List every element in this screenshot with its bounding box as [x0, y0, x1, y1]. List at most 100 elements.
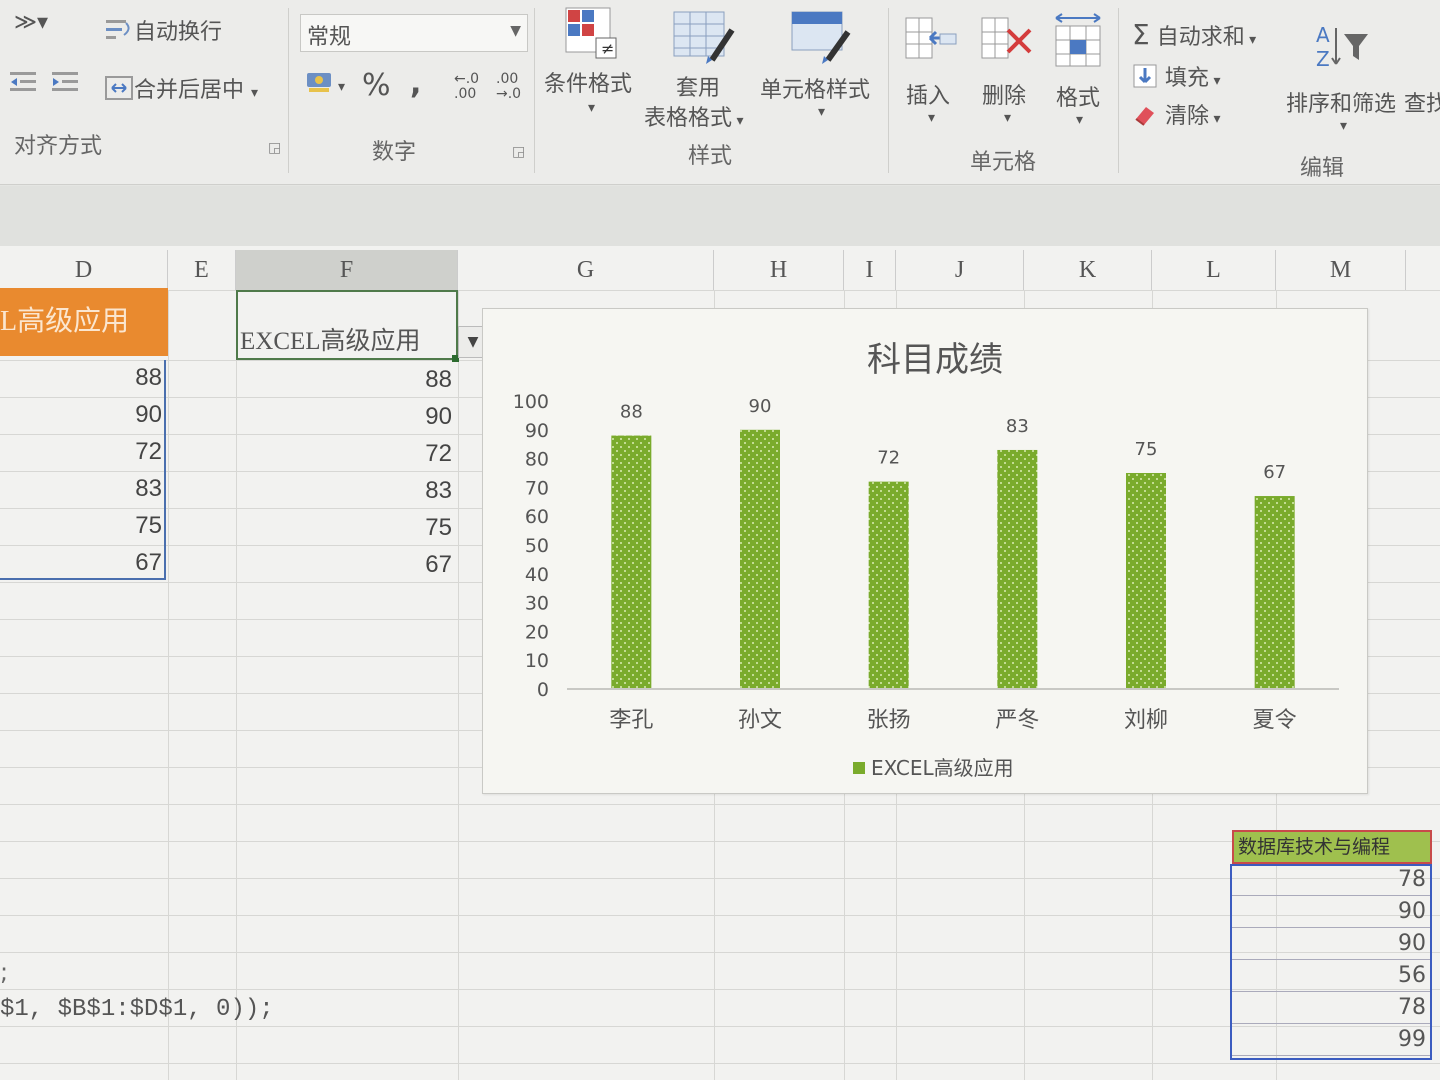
- cell-f-value[interactable]: 88: [240, 366, 452, 394]
- wrap-text-label: 自动换行: [134, 20, 223, 45]
- bar[interactable]: [740, 429, 780, 689]
- column-d-border: [0, 360, 166, 580]
- ribbon-separator: [1118, 8, 1119, 173]
- ribbon: ≫▾ 自动换行 合并后居中 ▾ 对齐方式 ◲ 常规 ▼ ▾ % , ←.0 .0…: [0, 0, 1440, 185]
- number-group-label: 数字: [372, 140, 417, 165]
- bar[interactable]: [611, 435, 652, 689]
- dialog-launcher-icon[interactable]: ◲: [512, 144, 525, 160]
- db-value[interactable]: 90: [1232, 928, 1430, 960]
- cell-d1-header[interactable]: L高级应用: [0, 288, 168, 356]
- db-value[interactable]: 90: [1232, 896, 1430, 928]
- format-cells-icon: [1050, 12, 1106, 67]
- delete-cells-icon: [978, 14, 1034, 66]
- column-header-j[interactable]: J: [896, 250, 1024, 290]
- y-axis: 0 10 20 30 40 50 60 70 80 90 100: [513, 391, 549, 701]
- merge-center-label: 合并后居中: [134, 78, 245, 103]
- indent-increase-icon[interactable]: [50, 68, 84, 102]
- decrease-decimal-button[interactable]: .00 →.0: [496, 72, 530, 102]
- sort-filter-button[interactable]: 排序和筛选: [1286, 86, 1396, 118]
- ribbon-separator: [888, 8, 889, 173]
- cell-f-value[interactable]: 75: [240, 514, 452, 542]
- number-format-select[interactable]: 常规 ▼: [300, 14, 528, 52]
- data-label: 83: [1006, 416, 1029, 437]
- delete-button[interactable]: 删除: [982, 78, 1026, 110]
- editing-group-label: 编辑: [1300, 156, 1345, 181]
- chevron-down-icon: ▾: [1209, 111, 1221, 127]
- data-label: 75: [1135, 439, 1158, 460]
- ribbon-separator: [288, 8, 289, 173]
- conditional-format-icon: ≠: [564, 6, 620, 59]
- column-header-k[interactable]: K: [1024, 250, 1152, 290]
- autosum-label: 自动求和: [1156, 25, 1245, 50]
- sigma-icon: Σ: [1132, 18, 1150, 51]
- chevron-down-icon: ▾: [251, 85, 259, 101]
- cell-f1-selected[interactable]: EXCEL高级应用: [236, 290, 458, 360]
- formula-text-fragment[interactable]: $1, $B$1:$D$1, 0));: [0, 996, 274, 1023]
- db-value[interactable]: 99: [1232, 1024, 1430, 1056]
- bar[interactable]: [868, 481, 909, 689]
- cell-f-value[interactable]: 90: [240, 403, 452, 431]
- clear-button[interactable]: 清除 ▾: [1132, 98, 1221, 133]
- merge-center-button[interactable]: 合并后居中 ▾: [104, 72, 258, 107]
- data-label: 72: [877, 448, 900, 469]
- alignment-group-label: 对齐方式: [14, 134, 103, 159]
- column-header-e[interactable]: E: [168, 250, 236, 290]
- clear-label: 清除: [1165, 104, 1210, 129]
- bar[interactable]: [1254, 496, 1295, 689]
- orientation-icon[interactable]: ≫▾: [14, 10, 48, 35]
- y-tick-label: 30: [525, 593, 549, 615]
- gridline: [0, 878, 1440, 879]
- gridline: [0, 915, 1440, 916]
- bar-series: 88 90 72 83 75 67: [611, 396, 1295, 689]
- format-button[interactable]: 格式: [1056, 80, 1100, 112]
- chevron-down-icon: ▾: [818, 104, 826, 120]
- cell-f-value[interactable]: 83: [240, 477, 452, 505]
- indent-decrease-icon[interactable]: [8, 68, 42, 102]
- column-header-m[interactable]: M: [1276, 250, 1406, 290]
- cells-group-label: 单元格: [970, 150, 1037, 175]
- column-header-f[interactable]: F: [236, 250, 458, 290]
- increase-decimal-button[interactable]: ←.0 .00: [454, 72, 488, 102]
- chevron-down-icon: ▾: [1004, 110, 1012, 126]
- cell-styles-button[interactable]: 单元格样式: [760, 72, 870, 104]
- cell-f-value[interactable]: 72: [240, 440, 452, 468]
- y-tick-label: 40: [525, 564, 549, 586]
- find-select-button[interactable]: 查找: [1404, 86, 1440, 118]
- data-label: 88: [620, 402, 643, 423]
- x-tick-label: 孙文: [738, 708, 782, 733]
- db-value[interactable]: 56: [1232, 960, 1430, 992]
- conditional-format-button[interactable]: 条件格式: [544, 66, 632, 98]
- styles-group-label: 样式: [688, 144, 733, 169]
- column-header-l[interactable]: L: [1152, 250, 1276, 290]
- merge-cells-icon: [104, 75, 134, 107]
- y-tick-label: 10: [525, 650, 549, 672]
- table-format-button[interactable]: 表格格式 ▾: [644, 100, 744, 132]
- autosum-button[interactable]: Σ 自动求和 ▾: [1132, 18, 1256, 51]
- db-column-header[interactable]: 数据库技术与编程: [1232, 830, 1432, 864]
- bar[interactable]: [997, 449, 1038, 689]
- insert-button[interactable]: 插入: [906, 78, 950, 110]
- db-value[interactable]: 78: [1232, 992, 1430, 1024]
- comma-style-button[interactable]: ,: [410, 66, 421, 101]
- cell-text-fragment[interactable]: ;: [0, 958, 8, 986]
- bar[interactable]: [1126, 473, 1166, 689]
- chart-canvas: 科目成绩 0 10 20 30 40 50 60 70 80 90 100 88 90 72 83 75 67…: [513, 340, 1339, 780]
- x-axis: 李孔 孙文 张扬 严冬 刘柳 夏令: [567, 688, 1339, 733]
- percent-style-button[interactable]: %: [362, 68, 391, 103]
- column-header-d[interactable]: D: [0, 250, 168, 290]
- db-value[interactable]: 78: [1232, 864, 1430, 896]
- currency-format-button[interactable]: ▾: [304, 68, 345, 102]
- wrap-text-button[interactable]: 自动换行: [104, 14, 222, 49]
- svg-text:A: A: [1316, 23, 1330, 47]
- column-header-i[interactable]: I: [844, 250, 896, 290]
- fill-button[interactable]: 填充 ▾: [1132, 60, 1221, 95]
- table-format-button-line1[interactable]: 套用: [676, 70, 720, 102]
- column-header-g[interactable]: G: [458, 250, 714, 290]
- x-tick-label: 刘柳: [1124, 708, 1168, 733]
- dialog-launcher-icon[interactable]: ◲: [268, 140, 281, 156]
- cell-f-value[interactable]: 67: [240, 551, 452, 579]
- chevron-down-icon: ▾: [1340, 118, 1348, 134]
- bar-chart[interactable]: 科目成绩 0 10 20 30 40 50 60 70 80 90 100 88 90 72 83 75 67…: [482, 308, 1368, 794]
- column-header-h[interactable]: H: [714, 250, 844, 290]
- legend-swatch: [853, 762, 865, 774]
